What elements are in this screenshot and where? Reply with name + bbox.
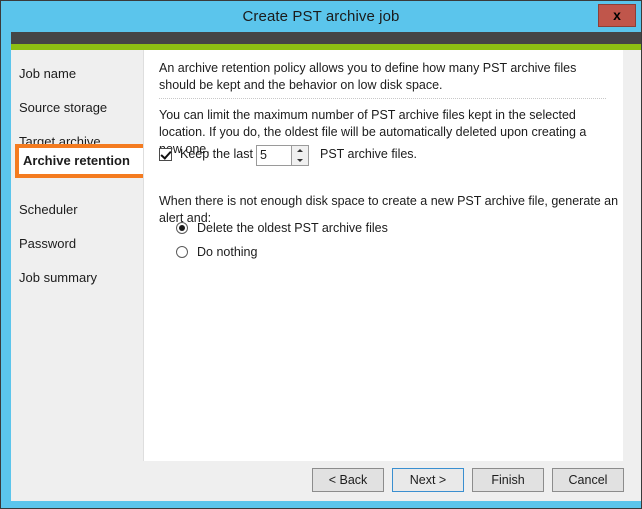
cancel-button[interactable]: Cancel	[552, 468, 624, 492]
sidebar-item-job-summary[interactable]: Job summary	[19, 268, 135, 288]
wizard-steps-sidebar: Job name Source storage Target archive A…	[11, 50, 147, 501]
close-button[interactable]: x	[598, 4, 636, 27]
content-pane: An archive retention policy allows you t…	[143, 50, 623, 461]
dialog-body: Job name Source storage Target archive A…	[11, 50, 641, 501]
keep-last-checkbox[interactable]	[159, 148, 172, 161]
finish-button[interactable]: Finish	[472, 468, 544, 492]
intro-paragraph: An archive retention policy allows you t…	[159, 61, 577, 92]
keep-last-suffix-label: PST archive files.	[320, 147, 418, 161]
sidebar-item-scheduler[interactable]: Scheduler	[19, 200, 135, 220]
title-bar: Create PST archive job x	[1, 1, 641, 32]
chevron-up-icon	[297, 149, 303, 152]
sidebar-item-source-storage[interactable]: Source storage	[19, 98, 135, 118]
keep-count-input[interactable]: 5	[260, 146, 292, 165]
keep-last-label: Keep the last	[180, 147, 253, 161]
radio-delete-oldest-label: Delete the oldest PST archive files	[197, 221, 388, 235]
sidebar-item-job-name[interactable]: Job name	[19, 64, 135, 84]
stepper-up-icon[interactable]	[292, 146, 308, 155]
chevron-down-icon	[297, 159, 303, 162]
next-button[interactable]: Next >	[392, 468, 464, 492]
dialog-window: Create PST archive job x Job name Source…	[0, 0, 642, 509]
stepper-buttons	[291, 146, 308, 165]
back-button[interactable]: < Back	[312, 468, 384, 492]
dialog-title: Create PST archive job	[242, 8, 400, 25]
footer-button-bar: < Back Next > Finish Cancel	[11, 461, 641, 501]
radio-unselected-icon	[176, 246, 188, 258]
section-divider	[159, 98, 606, 99]
header-dark-strip	[11, 32, 641, 44]
keep-count-stepper[interactable]: 5	[256, 145, 309, 166]
radio-do-nothing-label: Do nothing	[197, 245, 258, 259]
sidebar-item-archive-retention[interactable]: Archive retention	[15, 144, 147, 178]
sidebar-item-password[interactable]: Password	[19, 234, 135, 254]
stepper-down-icon[interactable]	[292, 156, 308, 165]
radio-selected-icon	[176, 222, 188, 234]
